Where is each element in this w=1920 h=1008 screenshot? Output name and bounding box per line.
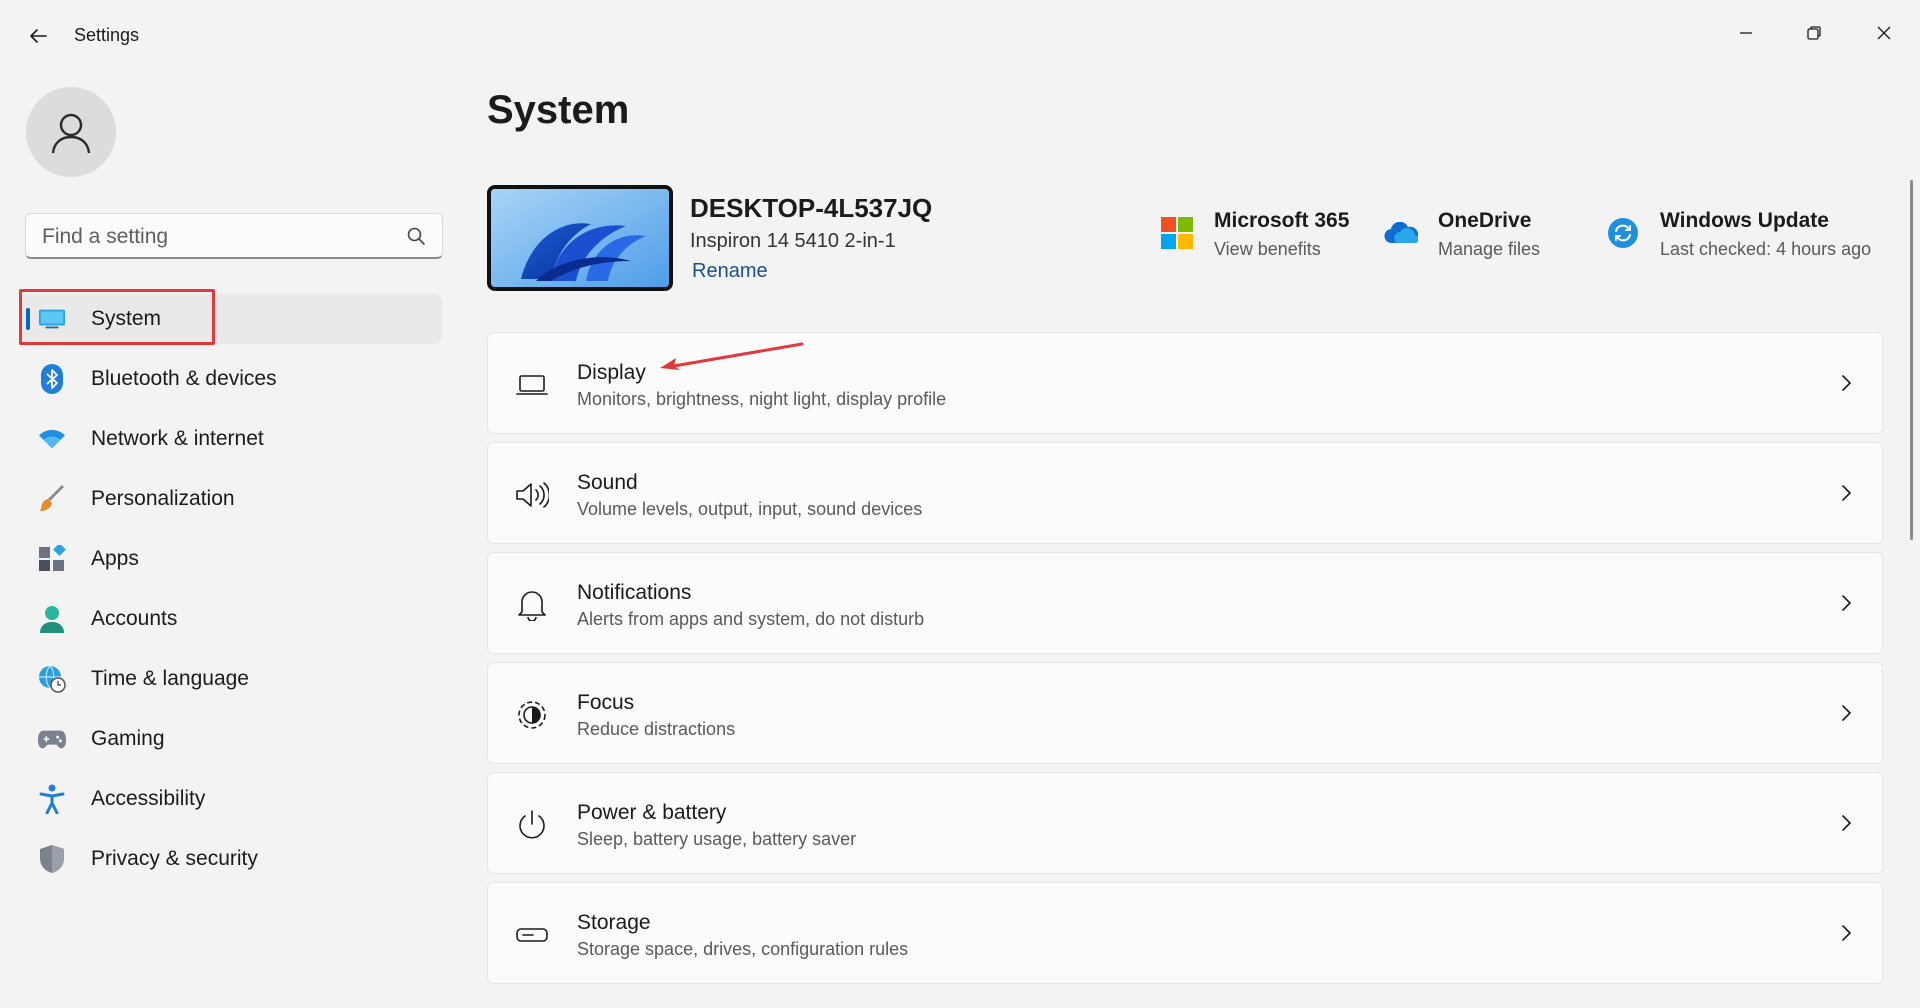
chevron-right-icon xyxy=(1836,922,1856,944)
quick-link-onedrive[interactable]: OneDrive Manage files xyxy=(1384,206,1584,262)
title-bar: Settings xyxy=(0,0,1920,72)
laptop-icon xyxy=(514,367,550,403)
quick-link-windows-update[interactable]: Windows Update Last checked: 4 hours ago xyxy=(1606,206,1886,262)
microsoft-logo-icon xyxy=(1160,216,1194,250)
card-title: Storage xyxy=(577,911,651,934)
sidebar-item-label: Apps xyxy=(91,547,139,570)
chevron-right-icon xyxy=(1836,592,1856,614)
sidebar-item-apps[interactable]: Apps xyxy=(0,534,460,584)
wallpaper-bloom-icon xyxy=(491,189,669,287)
app-title: Settings xyxy=(74,25,140,45)
quick-link-subtitle: Manage files xyxy=(1438,239,1541,259)
card-title: Focus xyxy=(577,691,635,714)
sidebar-item-accounts[interactable]: Accounts xyxy=(0,594,460,644)
bell-icon xyxy=(514,587,550,623)
storage-icon xyxy=(514,917,550,953)
user-icon xyxy=(51,113,91,154)
card-title: Power & battery xyxy=(577,801,727,824)
speaker-icon xyxy=(514,477,550,513)
sidebar-item-label: Accessibility xyxy=(91,787,206,810)
apps-icon xyxy=(38,545,66,573)
sidebar-item-label: Network & internet xyxy=(91,427,264,450)
globe-clock-icon xyxy=(38,665,66,693)
card-title: Display xyxy=(577,361,646,384)
sidebar-item-label: Bluetooth & devices xyxy=(91,367,277,390)
restore-icon xyxy=(1807,26,1821,40)
account-icon xyxy=(38,605,66,633)
cloud-icon xyxy=(1384,216,1418,250)
settings-card-power[interactable]: Power & battery Sleep, battery usage, ba… xyxy=(487,772,1883,874)
restore-button[interactable] xyxy=(1790,10,1838,56)
sidebar-item-label: Accounts xyxy=(91,607,178,630)
device-name: DESKTOP-4L537JQ xyxy=(690,193,933,223)
focus-icon xyxy=(514,697,550,733)
active-indicator xyxy=(26,308,30,330)
accessibility-icon xyxy=(38,784,66,814)
wifi-icon xyxy=(38,425,66,453)
card-title: Sound xyxy=(577,471,638,494)
sidebar-item-label: Gaming xyxy=(91,727,165,750)
chevron-right-icon xyxy=(1836,702,1856,724)
sidebar-nav: System Bluetooth & devices Network & int… xyxy=(0,294,460,894)
sidebar-item-gaming[interactable]: Gaming xyxy=(0,714,460,764)
quick-link-subtitle: Last checked: 4 hours ago xyxy=(1660,239,1872,259)
device-thumbnail xyxy=(487,185,673,291)
sidebar-item-bluetooth[interactable]: Bluetooth & devices xyxy=(0,354,460,404)
chevron-right-icon xyxy=(1836,372,1856,394)
quick-link-title: Windows Update xyxy=(1660,209,1829,232)
close-button[interactable] xyxy=(1860,10,1908,56)
minimize-button[interactable] xyxy=(1722,10,1770,56)
card-subtitle: Sleep, battery usage, battery saver xyxy=(577,829,857,849)
card-subtitle: Reduce distractions xyxy=(577,719,736,739)
settings-list: Display Monitors, brightness, night ligh… xyxy=(487,332,1883,992)
search-icon[interactable] xyxy=(406,226,426,246)
sidebar-item-label: Privacy & security xyxy=(91,847,258,870)
settings-card-notifications[interactable]: Notifications Alerts from apps and syste… xyxy=(487,552,1883,654)
chevron-right-icon xyxy=(1836,812,1856,834)
card-title: Notifications xyxy=(577,581,692,604)
chevron-right-icon xyxy=(1836,482,1856,504)
settings-card-storage[interactable]: Storage Storage space, drives, configura… xyxy=(487,882,1883,984)
quick-link-microsoft-365[interactable]: Microsoft 365 View benefits xyxy=(1160,206,1360,262)
sidebar-item-accessibility[interactable]: Accessibility xyxy=(0,774,460,824)
search-box xyxy=(25,213,443,260)
quick-link-title: Microsoft 365 xyxy=(1214,209,1350,232)
avatar[interactable] xyxy=(26,87,116,177)
card-subtitle: Volume levels, output, input, sound devi… xyxy=(577,499,923,519)
sidebar-item-privacy[interactable]: Privacy & security xyxy=(0,834,460,884)
sidebar-item-label: Time & language xyxy=(91,667,249,690)
scrollbar[interactable] xyxy=(1910,180,1913,540)
sidebar-item-label: System xyxy=(91,307,162,330)
back-button[interactable] xyxy=(20,18,56,54)
monitor-icon xyxy=(38,305,66,333)
brush-icon xyxy=(38,485,66,513)
gamepad-icon xyxy=(38,725,66,753)
rename-link[interactable]: Rename xyxy=(692,260,768,283)
device-model: Inspiron 14 5410 2-in-1 xyxy=(690,230,896,252)
settings-card-sound[interactable]: Sound Volume levels, output, input, soun… xyxy=(487,442,1883,544)
power-icon xyxy=(514,807,550,843)
settings-card-focus[interactable]: Focus Reduce distractions xyxy=(487,662,1883,764)
page-title: System xyxy=(487,88,630,132)
back-arrow-icon xyxy=(30,29,47,43)
bluetooth-icon xyxy=(38,364,66,394)
sidebar-item-label: Personalization xyxy=(91,487,235,510)
card-subtitle: Storage space, drives, configuration rul… xyxy=(577,939,909,959)
search-input[interactable] xyxy=(40,214,394,260)
sidebar-item-personalization[interactable]: Personalization xyxy=(0,474,460,524)
sidebar-item-network[interactable]: Network & internet xyxy=(0,414,460,464)
close-icon xyxy=(1877,26,1891,40)
quick-link-subtitle: View benefits xyxy=(1214,239,1321,259)
settings-card-display[interactable]: Display Monitors, brightness, night ligh… xyxy=(487,332,1883,434)
card-subtitle: Alerts from apps and system, do not dist… xyxy=(577,609,925,629)
sync-icon xyxy=(1606,216,1640,250)
card-subtitle: Monitors, brightness, night light, displ… xyxy=(577,389,947,409)
sidebar-item-system[interactable]: System xyxy=(20,294,442,344)
minimize-icon xyxy=(1740,32,1752,34)
shield-icon xyxy=(38,845,66,873)
quick-link-title: OneDrive xyxy=(1438,209,1532,232)
sidebar-item-time-language[interactable]: Time & language xyxy=(0,654,460,704)
